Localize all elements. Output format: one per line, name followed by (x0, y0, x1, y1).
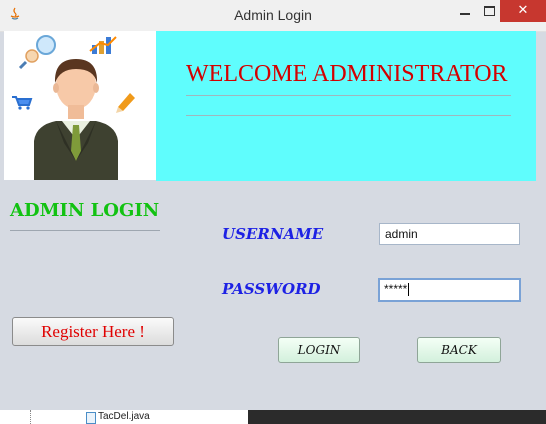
close-icon: ✕ (517, 3, 529, 18)
password-value: ***** (384, 282, 408, 296)
title-bar[interactable]: Admin Login ✕ (0, 0, 546, 32)
bar-chart-icon (89, 36, 117, 54)
admin-login-heading: ADMIN LOGIN (10, 200, 160, 221)
avatar-panel (4, 31, 156, 180)
banner-divider (186, 115, 511, 116)
password-field[interactable]: ***** (378, 278, 521, 302)
banner-divider (186, 95, 511, 96)
username-value: admin (385, 227, 418, 241)
minimize-button[interactable] (450, 0, 480, 22)
welcome-heading: WELCOME ADMINISTRATOR (186, 61, 508, 87)
search-bubble-icon (18, 35, 56, 70)
heading-divider (10, 230, 160, 231)
back-button[interactable]: BACK (417, 337, 501, 363)
maximize-button[interactable] (478, 0, 502, 22)
pencil-icon (116, 93, 135, 113)
text-caret (408, 283, 410, 297)
background-tree-line (30, 410, 32, 424)
admin-avatar-icon (12, 35, 135, 180)
close-button[interactable]: ✕ (500, 0, 546, 22)
password-label: PASSWORD (222, 280, 321, 298)
username-field[interactable]: admin (379, 223, 520, 245)
cart-icon (12, 96, 33, 110)
java-file-icon (86, 412, 96, 424)
username-label: USERNAME (222, 225, 324, 243)
admin-login-window: Admin Login ✕ WELCOME ADMINISTRATOR ADMI… (0, 0, 546, 424)
register-button[interactable]: Register Here ! (12, 317, 174, 346)
background-dark-area (248, 410, 546, 424)
login-button[interactable]: LOGIN (278, 337, 360, 363)
welcome-banner: WELCOME ADMINISTRATOR (156, 31, 536, 181)
background-file-name: TacDel.java (98, 411, 150, 422)
